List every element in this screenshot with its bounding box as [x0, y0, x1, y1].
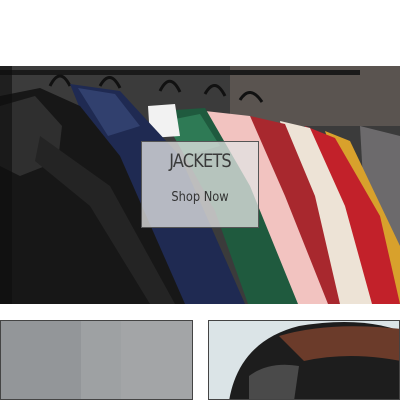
hero-overlay-box: JACKETS Shop Now	[141, 141, 259, 228]
page: JACKETS Shop Now	[0, 0, 400, 400]
shop-now-link[interactable]: Shop Now	[149, 190, 251, 205]
category-tile-left[interactable]	[0, 320, 193, 400]
category-photo-right	[209, 321, 399, 399]
hero-title: JACKETS	[169, 150, 231, 172]
category-tile-right[interactable]	[208, 320, 400, 400]
hero-banner-jackets[interactable]: JACKETS Shop Now	[0, 66, 400, 304]
category-photo-left	[1, 321, 192, 399]
